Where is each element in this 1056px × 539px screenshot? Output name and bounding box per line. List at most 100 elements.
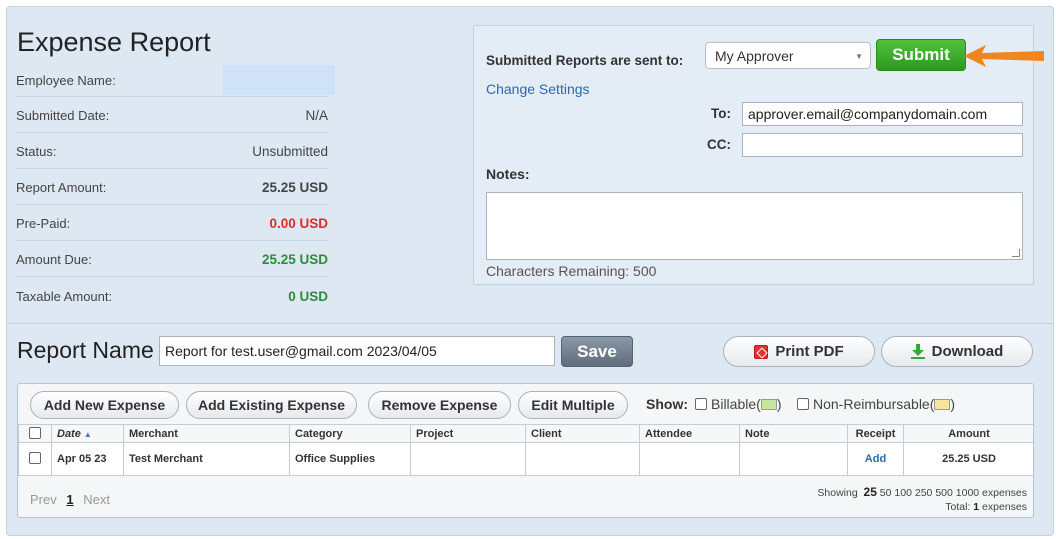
cell-attendee <box>639 442 740 476</box>
save-button[interactable]: Save <box>561 336 633 367</box>
col-merchant[interactable]: Merchant <box>123 424 290 443</box>
remove-expense-button[interactable]: Remove Expense <box>368 391 511 419</box>
taxable-amount-value: 0 USD <box>288 288 328 304</box>
billable-swatch <box>760 398 777 410</box>
cell-merchant: Test Merchant <box>123 442 290 476</box>
total-row: Total: 1 expenses <box>817 500 1027 514</box>
page-size-option[interactable]: 250 <box>915 487 933 499</box>
show-label: Show: <box>646 396 688 412</box>
col-receipt[interactable]: Receipt <box>847 424 904 443</box>
cell-note <box>739 442 848 476</box>
total-count: 1 <box>973 501 980 513</box>
cell-project <box>410 442 526 476</box>
expense-table-panel: Add New Expense Add Existing Expense Rem… <box>17 383 1034 518</box>
summary-label: Amount Due: <box>16 252 92 267</box>
submit-panel: Submitted Reports are sent to: My Approv… <box>473 25 1044 285</box>
expenses-word: expenses <box>982 487 1027 499</box>
summary-row-taxable: Taxable Amount: 0 USD <box>16 277 328 313</box>
showing-label: Showing <box>817 487 858 499</box>
cell-client <box>525 442 640 476</box>
cc-email-field[interactable] <box>742 133 1023 157</box>
cell-amount: 25.25 USD <box>903 442 1033 476</box>
current-page[interactable]: 1 <box>66 492 73 507</box>
report-summary: Employee Name: Submitted Date: N/A Statu… <box>16 62 335 313</box>
page-size-row: Showing 25 50 100 250 500 1000 expenses <box>817 485 1027 500</box>
total-label: Total: <box>945 501 971 513</box>
edit-multiple-button[interactable]: Edit Multiple <box>518 391 628 419</box>
summary-row-submitted-date: Submitted Date: N/A <box>16 97 328 133</box>
billable-checkbox[interactable] <box>695 398 707 410</box>
page-size-option[interactable]: 50 <box>880 487 892 499</box>
pagination: Prev 1 Next <box>30 492 110 507</box>
change-settings-link[interactable]: Change Settings <box>486 81 590 97</box>
sent-to-label: Submitted Reports are sent to: <box>486 53 684 68</box>
summary-label: Submitted Date: <box>16 108 110 123</box>
approver-select[interactable]: My Approver ▼ <box>705 42 871 69</box>
add-existing-expense-button[interactable]: Add Existing Expense <box>186 391 357 419</box>
non-reimbursable-label: Non-Reimbursable( <box>813 396 935 412</box>
add-receipt-link[interactable]: Add <box>865 453 886 465</box>
next-page-link[interactable]: Next <box>83 492 110 507</box>
col-date[interactable]: Date ▲ <box>51 424 124 443</box>
arrow-left-icon <box>964 45 1044 67</box>
expense-report-container: Expense Report Employee Name: Submitted … <box>6 6 1054 536</box>
summary-label: Employee Name: <box>16 72 116 88</box>
cc-label: CC: <box>707 137 731 152</box>
summary-label: Pre-Paid: <box>16 216 71 231</box>
summary-label: Status: <box>16 144 57 159</box>
employee-name-value <box>223 65 335 95</box>
summary-row-employee: Employee Name: <box>16 62 335 97</box>
page-size-option[interactable]: 100 <box>894 487 912 499</box>
report-name-label: Report Name <box>17 337 154 363</box>
submit-button[interactable]: Submit <box>876 39 966 71</box>
col-amount[interactable]: Amount <box>903 424 1033 443</box>
col-client[interactable]: Client <box>525 424 640 443</box>
col-project[interactable]: Project <box>410 424 526 443</box>
download-icon <box>910 344 925 359</box>
notes-textarea[interactable] <box>486 192 1023 260</box>
download-label: Download <box>931 343 1004 360</box>
to-label: To: <box>711 106 731 121</box>
sort-ascending-icon: ▲ <box>83 429 92 439</box>
summary-row-report-amount: Report Amount: 25.25 USD <box>16 169 328 205</box>
page-size-option[interactable]: 500 <box>935 487 953 499</box>
col-note[interactable]: Note <box>739 424 848 443</box>
row-select-cell <box>18 442 52 476</box>
prepaid-value: 0.00 USD <box>269 216 328 231</box>
report-name-input[interactable]: Report for test.user@gmail.com 2023/04/0… <box>159 336 555 366</box>
notes-label: Notes: <box>486 166 530 182</box>
characters-remaining: Characters Remaining: 500 <box>486 263 657 279</box>
expense-table: Date ▲ Merchant Category Project Client A… <box>18 424 1033 476</box>
resize-grip-icon[interactable] <box>1012 249 1020 257</box>
paren-close: ) <box>950 396 956 412</box>
section-divider <box>7 323 1053 324</box>
col-category[interactable]: Category <box>289 424 411 443</box>
page-size-info: Showing 25 50 100 250 500 1000 expenses … <box>817 485 1027 514</box>
amount-due-value: 25.25 USD <box>261 252 328 267</box>
print-pdf-button[interactable]: Print PDF <box>723 336 875 367</box>
page-size-option[interactable]: 1000 <box>956 487 979 499</box>
page-size-option[interactable]: 25 <box>864 485 877 499</box>
chevron-down-icon: ▼ <box>855 52 863 61</box>
cell-date: Apr 05 23 <box>51 442 124 476</box>
non-reimbursable-swatch <box>934 398 951 410</box>
non-reimbursable-filter[interactable]: Non-Reimbursable( ) <box>797 396 955 412</box>
print-pdf-label: Print PDF <box>775 343 844 360</box>
add-new-expense-button[interactable]: Add New Expense <box>30 391 179 419</box>
non-reimbursable-checkbox[interactable] <box>797 398 809 410</box>
col-attendee[interactable]: Attendee <box>639 424 740 443</box>
report-amount-value: 25.25 USD <box>261 180 328 195</box>
paren-close: ) <box>776 396 782 412</box>
approver-selected-value: My Approver <box>715 48 794 64</box>
col-date-label: Date <box>57 427 81 440</box>
summary-row-status: Status: Unsubmitted <box>16 133 328 169</box>
billable-filter[interactable]: Billable( ) <box>695 396 781 412</box>
select-all-checkbox[interactable] <box>29 426 41 439</box>
row-checkbox[interactable] <box>29 452 41 464</box>
select-all-cell <box>18 424 52 443</box>
prev-page-link[interactable]: Prev <box>30 492 57 507</box>
to-email-field[interactable]: approver.email@companydomain.com <box>742 102 1023 126</box>
cell-category: Office Supplies <box>289 442 411 476</box>
download-button[interactable]: Download <box>881 336 1033 367</box>
table-row[interactable]: Apr 05 23 Test Merchant Office Supplies … <box>18 442 1033 476</box>
